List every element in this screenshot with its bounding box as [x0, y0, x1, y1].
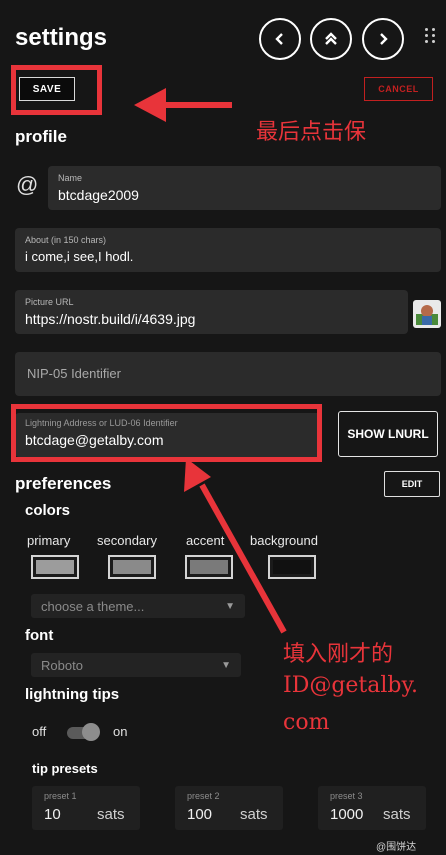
- watermark-text: @围饼达: [376, 842, 417, 853]
- annotation-lightning-note-3: com: [283, 710, 330, 735]
- annotation-arrows: [134, 88, 287, 634]
- annotation-arrow-lightning: [184, 458, 287, 634]
- annotation-lightning-note-2: ID@getalby.: [283, 673, 419, 698]
- annotation-arrow-save: [134, 88, 232, 122]
- annotation-lightning-note-1: 填入刚才的: [283, 642, 394, 667]
- annotation-save-note: 最后点击保: [256, 120, 367, 145]
